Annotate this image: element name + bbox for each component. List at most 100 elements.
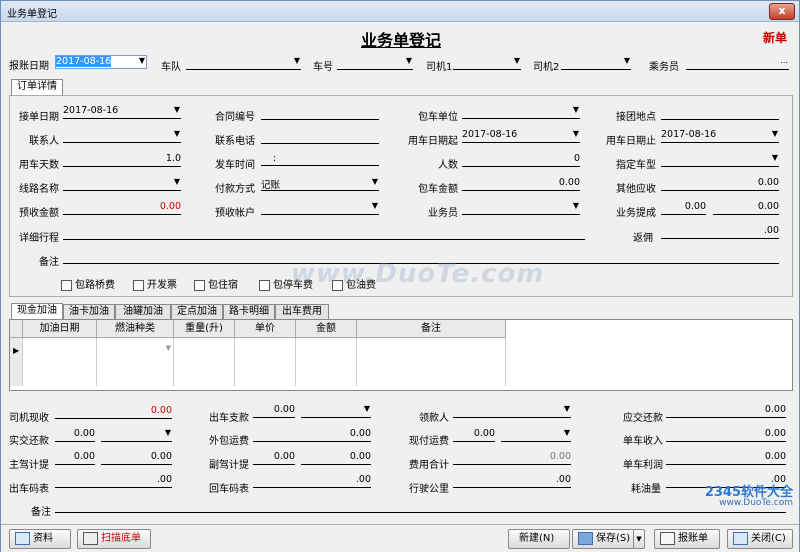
- chevron-down-icon[interactable]: ▼: [174, 129, 180, 138]
- save-button[interactable]: 保存(S): [572, 529, 635, 549]
- tab-order-details[interactable]: 订单详情: [11, 79, 63, 95]
- fuel-grid[interactable]: 加油日期 燃油种类 重量(升) 单价 金额 备注 ▶ ▼: [9, 319, 793, 391]
- fleet-field[interactable]: ▼: [186, 56, 301, 70]
- checkbox-toll[interactable]: 包路桥费: [61, 276, 115, 291]
- prepaid-field[interactable]: 0.00: [63, 201, 181, 215]
- grid-cell-price[interactable]: [235, 338, 296, 386]
- info-button[interactable]: 资料: [9, 529, 71, 549]
- tab-tank-fuel[interactable]: 油罐加油: [115, 304, 171, 319]
- chevron-down-icon[interactable]: ▼: [624, 56, 630, 65]
- chevron-down-icon[interactable]: ▼: [772, 129, 778, 138]
- out-odometer-field[interactable]: .00: [55, 474, 172, 488]
- crew-field[interactable]: ...: [686, 56, 789, 70]
- driver1-field[interactable]: ▼: [453, 56, 521, 70]
- chevron-down-icon[interactable]: ▼: [772, 153, 778, 162]
- chevron-down-icon[interactable]: ▼: [573, 201, 579, 210]
- payee-field[interactable]: ▼: [453, 404, 571, 418]
- contact-field[interactable]: ▼: [63, 129, 181, 143]
- chevron-down-icon[interactable]: ▼: [364, 404, 370, 413]
- tab-trip-expense[interactable]: 出车费用: [275, 304, 329, 319]
- chevron-down-icon[interactable]: ▼: [166, 344, 171, 352]
- actual-return-field[interactable]: 0.00: [55, 428, 95, 442]
- grid-cell-volume[interactable]: [174, 338, 235, 386]
- chevron-down-icon[interactable]: ▼: [174, 105, 180, 114]
- chevron-down-icon[interactable]: ▼: [564, 404, 570, 413]
- charter-unit-field[interactable]: ▼: [462, 105, 580, 119]
- ellipsis-icon[interactable]: ...: [780, 56, 788, 65]
- chevron-down-icon[interactable]: ▼: [514, 56, 520, 65]
- rebate-field[interactable]: .00: [661, 225, 779, 239]
- grid-cell-date[interactable]: [23, 338, 97, 386]
- commission-rate-field[interactable]: 0.00: [661, 201, 706, 215]
- amount-field[interactable]: 0.00: [462, 177, 580, 191]
- tab-card-fuel[interactable]: 油卡加油: [63, 304, 115, 319]
- chevron-down-icon[interactable]: ▼: [139, 56, 145, 65]
- start-date-field[interactable]: 2017-08-16 ▼: [462, 129, 580, 143]
- grid-cell-fuel-type[interactable]: ▼: [97, 338, 174, 386]
- depart-field[interactable]: :: [261, 153, 379, 166]
- driver2-field[interactable]: ▼: [561, 56, 631, 70]
- checkbox-invoice[interactable]: 开发票: [133, 276, 177, 291]
- co-driver-rate-field[interactable]: 0.00: [253, 451, 295, 465]
- chevron-down-icon[interactable]: ▼: [372, 201, 378, 210]
- unit-income-field[interactable]: 0.00: [666, 428, 786, 442]
- car-type-field[interactable]: ▼: [661, 153, 779, 167]
- main-driver-rate-field[interactable]: 0.00: [55, 451, 95, 465]
- tab-cash-fuel[interactable]: 现金加油: [11, 303, 63, 319]
- driver-cash-field[interactable]: 0.00: [55, 405, 172, 419]
- back-odometer-field[interactable]: .00: [253, 474, 371, 488]
- grid-header-volume[interactable]: 重量(升): [174, 320, 235, 338]
- tab-road-card[interactable]: 路卡明细: [223, 304, 275, 319]
- cash-freight-account-field[interactable]: ▼: [501, 428, 571, 442]
- chevron-down-icon[interactable]: ▼: [406, 56, 412, 65]
- grid-header-date[interactable]: 加油日期: [23, 320, 97, 338]
- close-button[interactable]: 关闭(C): [727, 529, 793, 549]
- grid-header-fuel-type[interactable]: 燃油种类: [97, 320, 174, 338]
- scan-button[interactable]: 扫描底单: [77, 529, 151, 549]
- commission-amount-field[interactable]: 0.00: [713, 201, 779, 215]
- new-button[interactable]: 新建(N): [508, 529, 570, 549]
- co-driver-amount-field[interactable]: 0.00: [301, 451, 371, 465]
- chevron-down-icon[interactable]: ▼: [372, 177, 378, 186]
- checkbox-lodging[interactable]: 包住宿: [194, 276, 238, 291]
- people-field[interactable]: 0: [462, 153, 580, 167]
- km-field[interactable]: .00: [453, 474, 571, 488]
- plate-field[interactable]: ▼: [337, 56, 413, 70]
- end-date-field[interactable]: 2017-08-16 ▼: [661, 129, 779, 143]
- cash-freight-field[interactable]: 0.00: [453, 428, 495, 442]
- chevron-down-icon[interactable]: ▼: [564, 428, 570, 437]
- phone-field[interactable]: [261, 130, 379, 144]
- main-driver-amount-field[interactable]: 0.00: [101, 451, 172, 465]
- actual-return-account-field[interactable]: ▼: [101, 428, 172, 442]
- grid-cell-remark[interactable]: [357, 338, 506, 386]
- chevron-down-icon[interactable]: ▼: [294, 56, 300, 65]
- grid-header-remark[interactable]: 备注: [357, 320, 506, 338]
- chevron-down-icon[interactable]: ▼: [573, 105, 579, 114]
- close-window-button[interactable]: x: [769, 3, 795, 20]
- outgoing-account-field[interactable]: ▼: [301, 404, 371, 418]
- summary-remark-field[interactable]: [55, 499, 786, 513]
- report-date-field[interactable]: 2017-08-16 ▼: [55, 55, 147, 69]
- salesman-field[interactable]: ▼: [462, 201, 580, 215]
- chevron-down-icon[interactable]: ▼: [573, 129, 579, 138]
- receive-date-field[interactable]: 2017-08-16 ▼: [63, 105, 181, 119]
- save-menu-button[interactable]: ▼: [633, 529, 645, 549]
- chevron-down-icon[interactable]: ▼: [174, 177, 180, 186]
- contract-field[interactable]: [261, 106, 379, 120]
- days-field[interactable]: 1.0: [63, 153, 181, 167]
- due-field[interactable]: 0.00: [666, 404, 786, 418]
- outgoing-field[interactable]: 0.00: [253, 404, 295, 418]
- grid-cell-amount[interactable]: [296, 338, 357, 386]
- report-button[interactable]: 报账单: [654, 529, 720, 549]
- grid-header-price[interactable]: 单价: [235, 320, 296, 338]
- itinerary-field[interactable]: [63, 226, 585, 240]
- prepaid-account-field[interactable]: ▼: [261, 201, 379, 215]
- pay-method-field[interactable]: 记账 ▼: [261, 177, 379, 191]
- chevron-down-icon[interactable]: ▼: [165, 428, 171, 437]
- route-field[interactable]: ▼: [63, 177, 181, 191]
- pickup-field[interactable]: [661, 106, 779, 120]
- other-receivable-field[interactable]: 0.00: [661, 177, 779, 191]
- tab-station-fuel[interactable]: 定点加油: [171, 304, 223, 319]
- grid-header-amount[interactable]: 金额: [296, 320, 357, 338]
- outsource-field[interactable]: 0.00: [253, 428, 371, 442]
